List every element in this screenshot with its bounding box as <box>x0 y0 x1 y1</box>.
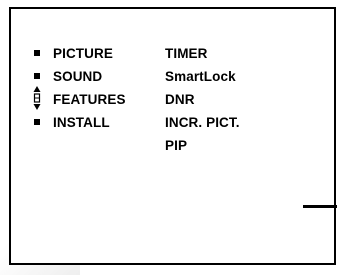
menu-item-label: FEATURES <box>53 92 126 107</box>
tv-osd-screen: PICTURE SOUND FEATURES INSTALL TIMER Sma… <box>9 7 337 265</box>
menu-item-label: PICTURE <box>53 46 113 61</box>
square-bullet-icon <box>34 50 40 56</box>
square-bullet-icon <box>34 119 40 125</box>
menu-item-label: SOUND <box>53 69 103 84</box>
cursor-line <box>303 205 337 208</box>
submenu-item-pip[interactable]: PIP <box>165 138 187 153</box>
submenu-item-timer[interactable]: TIMER <box>165 46 208 61</box>
up-down-arrows-icon <box>33 86 41 110</box>
menu-item-label: INSTALL <box>53 115 110 130</box>
submenu-item-smartlock[interactable]: SmartLock <box>165 69 236 84</box>
submenu-item-dnr[interactable]: DNR <box>165 92 195 107</box>
submenu-item-incr-pict[interactable]: INCR. PICT. <box>165 115 240 130</box>
square-bullet-icon <box>34 73 40 79</box>
